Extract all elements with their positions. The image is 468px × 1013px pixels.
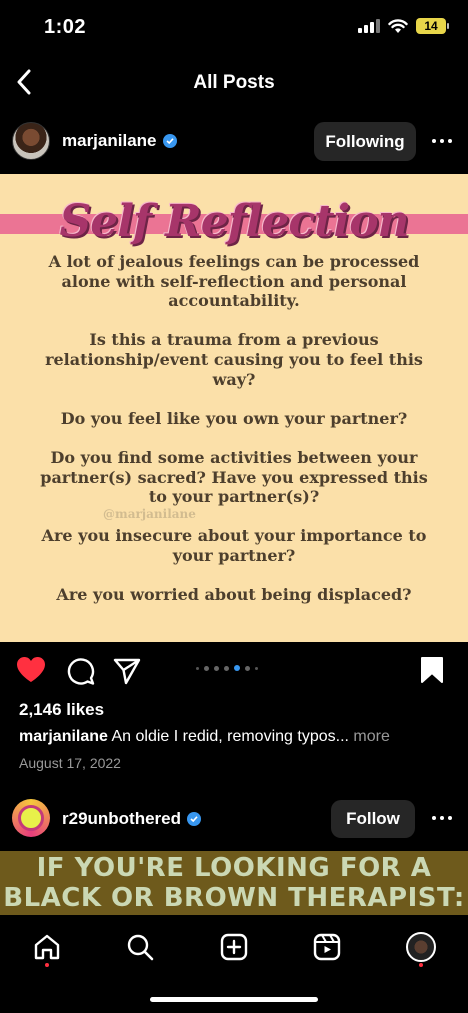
home-icon xyxy=(34,934,60,960)
carousel-dot xyxy=(214,665,219,671)
likes-count[interactable]: 2,146 likes xyxy=(19,700,104,720)
post-paragraph: Do you feel like you own your partner? xyxy=(60,408,408,428)
status-time: 1:02 xyxy=(44,16,87,38)
carousel-dot xyxy=(245,665,250,671)
carousel-indicator xyxy=(196,665,258,671)
username-label: marjanilane xyxy=(62,131,157,150)
post-username[interactable]: r29unbothered xyxy=(62,809,202,829)
tab-home[interactable] xyxy=(27,927,67,967)
bookmark-filled-icon xyxy=(421,657,443,683)
next-post-image[interactable]: IF YOU'RE LOOKING FOR A BLACK OR BROWN T… xyxy=(0,851,468,915)
reels-icon xyxy=(313,933,341,961)
wifi-icon xyxy=(388,18,408,33)
verified-badge-icon xyxy=(187,812,202,826)
post-username[interactable]: marjanilane xyxy=(62,131,177,151)
send-icon xyxy=(113,658,141,685)
following-button[interactable]: Following xyxy=(314,122,416,161)
avatar[interactable] xyxy=(12,799,50,837)
save-button[interactable] xyxy=(420,656,448,686)
signal-icon xyxy=(358,19,380,33)
tab-profile[interactable] xyxy=(401,927,441,967)
post-paragraph: Do you find some activities between your… xyxy=(40,447,428,507)
caption-text: An oldie I redid, removing typos... xyxy=(111,728,349,745)
create-icon xyxy=(220,933,248,961)
post-paragraph: A lot of jealous feelings can be process… xyxy=(48,252,420,311)
username-label: r29unbothered xyxy=(62,809,182,828)
carousel-dot-active xyxy=(234,665,240,671)
battery-icon: 14 xyxy=(416,18,449,34)
share-button[interactable] xyxy=(112,656,142,686)
post-paragraph: Are you worried about being displaced? xyxy=(56,585,412,605)
avatar[interactable] xyxy=(12,122,50,160)
post-paragraph: Is this a trauma from a previous relatio… xyxy=(45,330,423,389)
banner-line: IF YOU'RE LOOKING FOR A xyxy=(36,853,432,883)
page-title: All Posts xyxy=(193,72,275,93)
caption-more-link[interactable]: more xyxy=(353,728,389,745)
verified-badge-icon xyxy=(162,134,177,148)
tab-reels[interactable] xyxy=(307,927,347,967)
carousel-dot xyxy=(196,666,199,670)
caption[interactable]: marjanilane An oldie I redid, removing t… xyxy=(19,728,390,746)
carousel-dot xyxy=(204,665,209,671)
notification-dot xyxy=(45,963,49,967)
tab-search[interactable] xyxy=(120,927,160,967)
home-indicator[interactable] xyxy=(150,997,318,1002)
post-image[interactable]: Self Reflection A lot of jealous feeling… xyxy=(0,174,468,642)
caption-username[interactable]: marjanilane xyxy=(19,728,108,745)
profile-avatar xyxy=(406,932,436,962)
post-heading: Self Reflection xyxy=(59,196,409,247)
follow-button[interactable]: Follow xyxy=(331,800,415,838)
carousel-dot xyxy=(224,665,229,671)
post-body: A lot of jealous feelings can be process… xyxy=(30,252,438,624)
more-options-icon[interactable] xyxy=(432,816,452,820)
like-button[interactable] xyxy=(16,656,48,686)
banner-line: BLACK OR BROWN THERAPIST: xyxy=(3,883,465,913)
heart-filled-icon xyxy=(17,657,45,682)
comment-button[interactable] xyxy=(65,656,95,686)
status-indicators: 14 xyxy=(358,18,449,34)
comment-icon xyxy=(67,658,95,685)
watermark: @marjanilane xyxy=(103,507,196,521)
carousel-dot xyxy=(255,666,258,670)
search-icon xyxy=(127,934,154,961)
more-options-icon[interactable] xyxy=(432,139,452,143)
post-date: August 17, 2022 xyxy=(19,755,121,771)
post-paragraph: Are you insecure about your importance t… xyxy=(41,526,427,565)
notification-dot xyxy=(419,963,423,967)
tab-create[interactable] xyxy=(214,927,254,967)
